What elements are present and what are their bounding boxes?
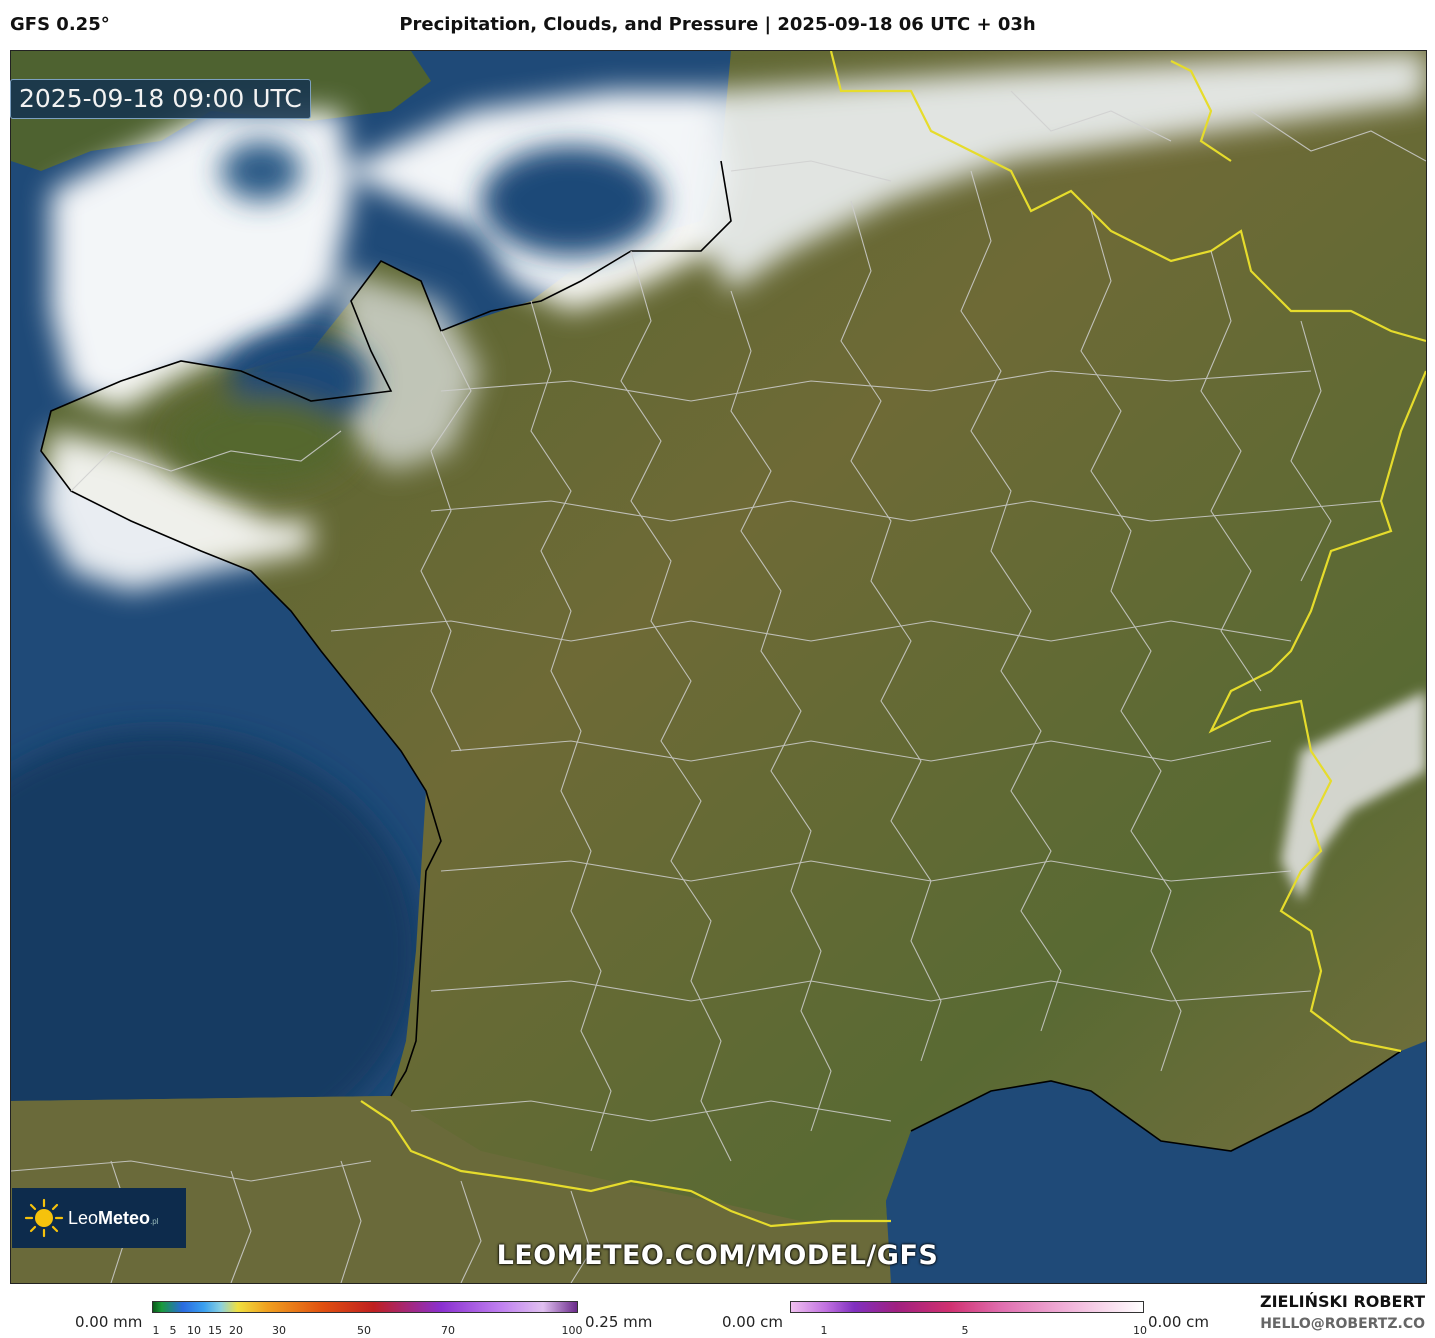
snow-max-label: 0.00 cm xyxy=(1148,1313,1210,1331)
precip-tick: 15 xyxy=(208,1324,222,1337)
author-name: ZIELIŃSKI ROBERT xyxy=(1259,1292,1425,1311)
precip-tick: 20 xyxy=(229,1324,243,1337)
snow-tick: 5 xyxy=(961,1324,969,1337)
weather-map[interactable] xyxy=(10,50,1427,1284)
precip-colorbar xyxy=(152,1301,578,1313)
leometeo-logo[interactable]: LeoMeteo.pl xyxy=(12,1188,186,1248)
snow-colorbar xyxy=(790,1301,1144,1313)
precip-tick: 70 xyxy=(441,1324,455,1337)
precip-tick: 30 xyxy=(272,1324,286,1337)
timestamp-label: 2025-09-18 09:00 UTC xyxy=(10,79,311,119)
sun-icon xyxy=(24,1198,64,1238)
precip-tick: 100 xyxy=(561,1324,583,1337)
snow-min-label: 0.00 cm xyxy=(722,1313,784,1331)
precip-tick: 5 xyxy=(169,1324,177,1337)
map-title: Precipitation, Clouds, and Pressure | 20… xyxy=(399,14,1036,35)
precip-max-label: 0.25 mm xyxy=(585,1313,653,1331)
precip-tick: 50 xyxy=(357,1324,371,1337)
precip-tick: 1 xyxy=(152,1324,160,1337)
snow-tick: 10 xyxy=(1133,1324,1147,1337)
snow-tick: 1 xyxy=(820,1324,828,1337)
logo-text: LeoMeteo.pl xyxy=(68,1207,159,1228)
precip-tick: 10 xyxy=(187,1324,201,1337)
watermark-url: LEOMETEO.COM/MODEL/GFS xyxy=(496,1240,939,1271)
precip-min-label: 0.00 mm xyxy=(75,1313,143,1331)
author-email[interactable]: HELLO@ROBERTZ.CO xyxy=(1260,1316,1425,1332)
